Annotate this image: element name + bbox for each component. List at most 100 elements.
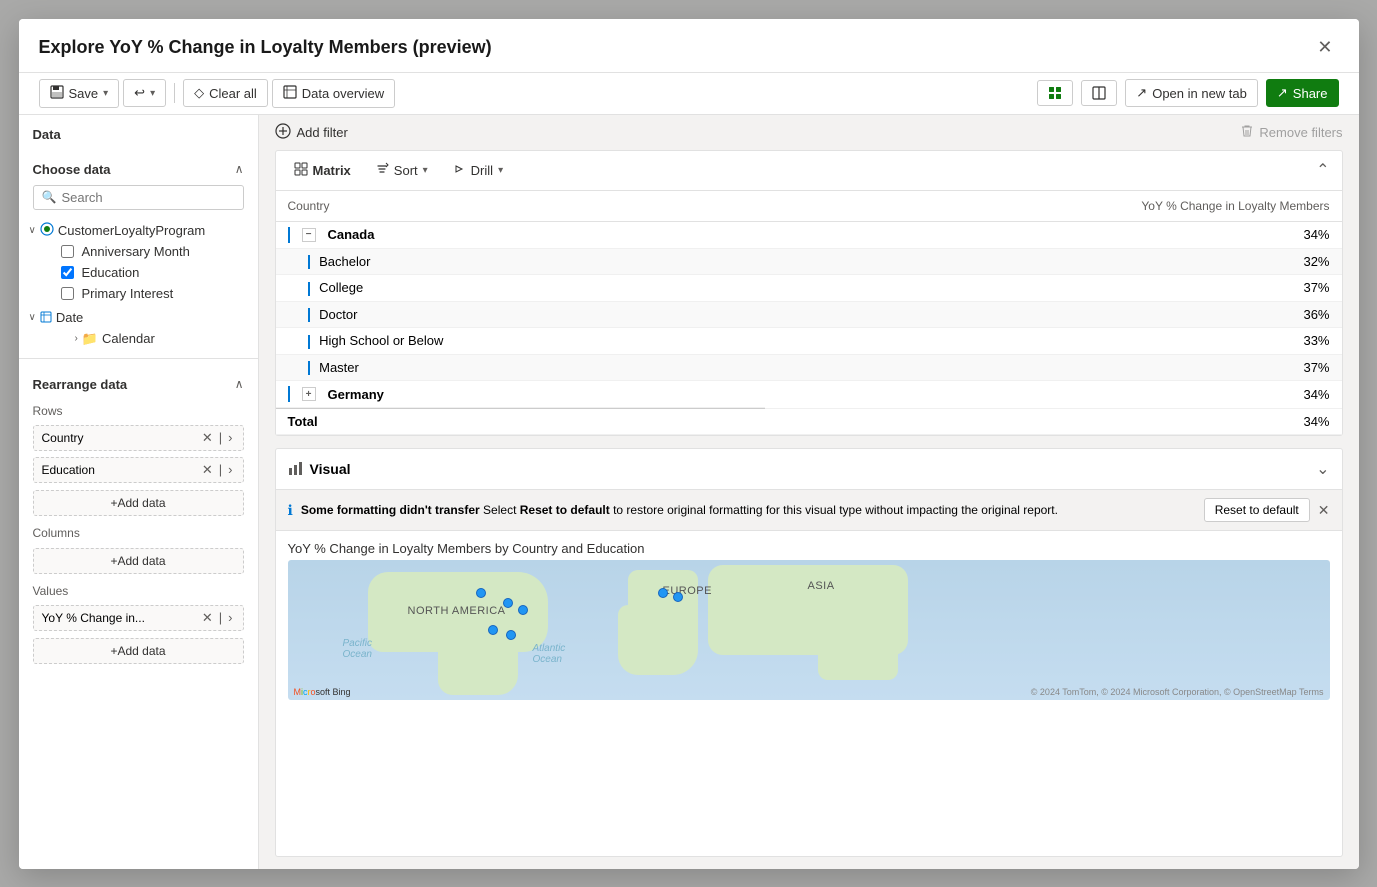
reset-text-inline: Reset to default: [520, 503, 610, 517]
calendar-expand-icon: ›: [75, 333, 78, 344]
rows-add-data-button[interactable]: +Add data: [33, 490, 244, 516]
blue-bar-college: [308, 282, 310, 296]
anniversary-month-checkbox[interactable]: [61, 245, 74, 258]
visual-section: Visual ⌄ ℹ Some formatting didn't transf…: [275, 448, 1343, 856]
education-checkbox[interactable]: [61, 266, 74, 279]
values-label: Values: [19, 578, 258, 602]
matrix-view-button[interactable]: Matrix: [288, 159, 357, 182]
table-row: Doctor 36%: [276, 301, 1342, 328]
toolbar-left: Save ▾ ↩ ▾ ◇ Clear all: [39, 79, 396, 108]
undo-button[interactable]: ↩ ▾: [123, 79, 166, 107]
remove-filters-label: Remove filters: [1259, 125, 1342, 140]
tree-date[interactable]: ∨ Date: [19, 308, 258, 328]
education-tag-label: Education: [42, 463, 200, 477]
tree-education[interactable]: Education: [19, 262, 258, 283]
choose-data-header: Choose data ∧: [19, 150, 258, 185]
yoy-more-button[interactable]: ›: [226, 610, 234, 625]
sort-label: Sort: [394, 163, 418, 178]
close-button[interactable]: ✕: [1311, 33, 1338, 62]
info-close-button[interactable]: ✕: [1318, 502, 1330, 519]
reset-to-default-button[interactable]: Reset to default: [1204, 498, 1310, 522]
drill-icon: [452, 162, 466, 179]
clear-icon: ◇: [194, 85, 204, 101]
tree-customer-loyalty[interactable]: ∨ CustomerLoyaltyProgram: [19, 220, 258, 241]
table-row: Master 37%: [276, 354, 1342, 381]
germany-expand[interactable]: +: [302, 387, 316, 401]
date-label: Date: [56, 310, 83, 325]
info-bold-text: Some formatting didn't transfer: [301, 503, 480, 517]
tree-primary-interest[interactable]: Primary Interest: [19, 283, 258, 304]
blue-bar-doctor: [308, 308, 310, 322]
matrix-collapse-button[interactable]: ⌃: [1316, 160, 1329, 180]
education-more-button[interactable]: ›: [226, 462, 234, 477]
save-button[interactable]: Save ▾: [39, 79, 120, 108]
data-overview-button[interactable]: Data overview: [272, 79, 395, 108]
drill-button[interactable]: Drill ▾: [446, 159, 509, 182]
primary-interest-checkbox[interactable]: [61, 287, 74, 300]
sort-button[interactable]: Sort ▾: [369, 159, 434, 182]
tree-date-expand-icon: ∨: [29, 312, 36, 323]
clear-button[interactable]: ◇ Clear all: [183, 79, 268, 107]
country-remove-button[interactable]: ✕: [200, 430, 215, 446]
rearrange-title: Rearrange data: [33, 377, 128, 392]
share-icon: ↗: [1277, 85, 1288, 101]
columns-add-data-label: +Add data: [110, 554, 165, 568]
matrix-wrapper: Country YoY % Change in Loyalty Members: [276, 191, 1342, 436]
search-input[interactable]: [61, 190, 237, 205]
table-row: Total 34%: [276, 409, 1342, 435]
remove-filters-button[interactable]: Remove filters: [1240, 124, 1342, 141]
education-tag-actions: ✕ | ›: [200, 462, 235, 478]
matrix-toolbar-left: Matrix Sort: [288, 159, 510, 182]
rows-add-data-label: +Add data: [110, 496, 165, 510]
remove-filters-icon: [1240, 124, 1254, 141]
data-title: Data: [33, 127, 61, 142]
map-dot-1: [476, 588, 486, 598]
doctor-cell: Doctor: [276, 301, 765, 328]
share-label: Share: [1293, 86, 1328, 101]
yoy-tag-label: YoY % Change in...: [42, 611, 200, 625]
choose-data-collapse-icon[interactable]: ∧: [235, 162, 244, 176]
table-row: College 37%: [276, 275, 1342, 302]
country-more-button[interactable]: ›: [226, 430, 234, 445]
modal-header: Explore YoY % Change in Loyalty Members …: [19, 19, 1359, 73]
split-view-button[interactable]: [1081, 80, 1117, 106]
table-row: High School or Below 33%: [276, 328, 1342, 355]
visual-collapse-button[interactable]: ⌄: [1316, 459, 1329, 479]
map-attribution: © 2024 TomTom, © 2024 Microsoft Corporat…: [1031, 687, 1324, 697]
asia-label: ASIA: [808, 580, 835, 592]
education-remove-button[interactable]: ✕: [200, 462, 215, 478]
save-dropdown-arrow: ▾: [103, 88, 108, 99]
toolbar-divider: [174, 83, 175, 103]
add-filter-button[interactable]: Add filter: [275, 123, 348, 142]
rearrange-collapse-icon[interactable]: ∧: [235, 377, 244, 391]
visual-title-row: Visual: [288, 460, 351, 479]
open-new-tab-button[interactable]: ↗ Open in new tab: [1125, 79, 1258, 107]
columns-add-data-button[interactable]: +Add data: [33, 548, 244, 574]
share-button[interactable]: ↗ Share: [1266, 79, 1339, 107]
grid-view-button[interactable]: [1037, 80, 1073, 106]
bing-logo: Microsoft Bing: [294, 687, 351, 697]
clear-label: Clear all: [209, 86, 257, 101]
values-add-data-button[interactable]: +Add data: [33, 638, 244, 664]
save-label: Save: [69, 86, 99, 101]
undo-icon: ↩: [134, 85, 145, 101]
tree-calendar[interactable]: › 📁 Calendar: [19, 328, 258, 350]
north-america-label: NORTH AMERICA: [408, 605, 506, 617]
chart-title: YoY % Change in Loyalty Members by Count…: [276, 531, 1342, 560]
table-row: − Canada 34%: [276, 221, 1342, 249]
map-dot-5: [506, 630, 516, 640]
college-value: 37%: [765, 275, 1342, 302]
map-container: NORTH AMERICA EUROPE ASIA PacificOcean A…: [288, 560, 1330, 700]
yoy-remove-button[interactable]: ✕: [200, 610, 215, 626]
map-dot-2: [503, 598, 513, 608]
toolbar: Save ▾ ↩ ▾ ◇ Clear all: [19, 73, 1359, 115]
highschool-value: 33%: [765, 328, 1342, 355]
drill-dropdown-arrow: ▾: [498, 165, 503, 176]
calendar-label: Calendar: [102, 331, 155, 346]
search-box: 🔍: [33, 185, 244, 210]
canada-expand[interactable]: −: [302, 228, 316, 242]
columns-label: Columns: [19, 520, 258, 544]
tree-anniversary-month[interactable]: Anniversary Month: [19, 241, 258, 262]
values-add-data-label: +Add data: [110, 644, 165, 658]
map-dot-4: [488, 625, 498, 635]
